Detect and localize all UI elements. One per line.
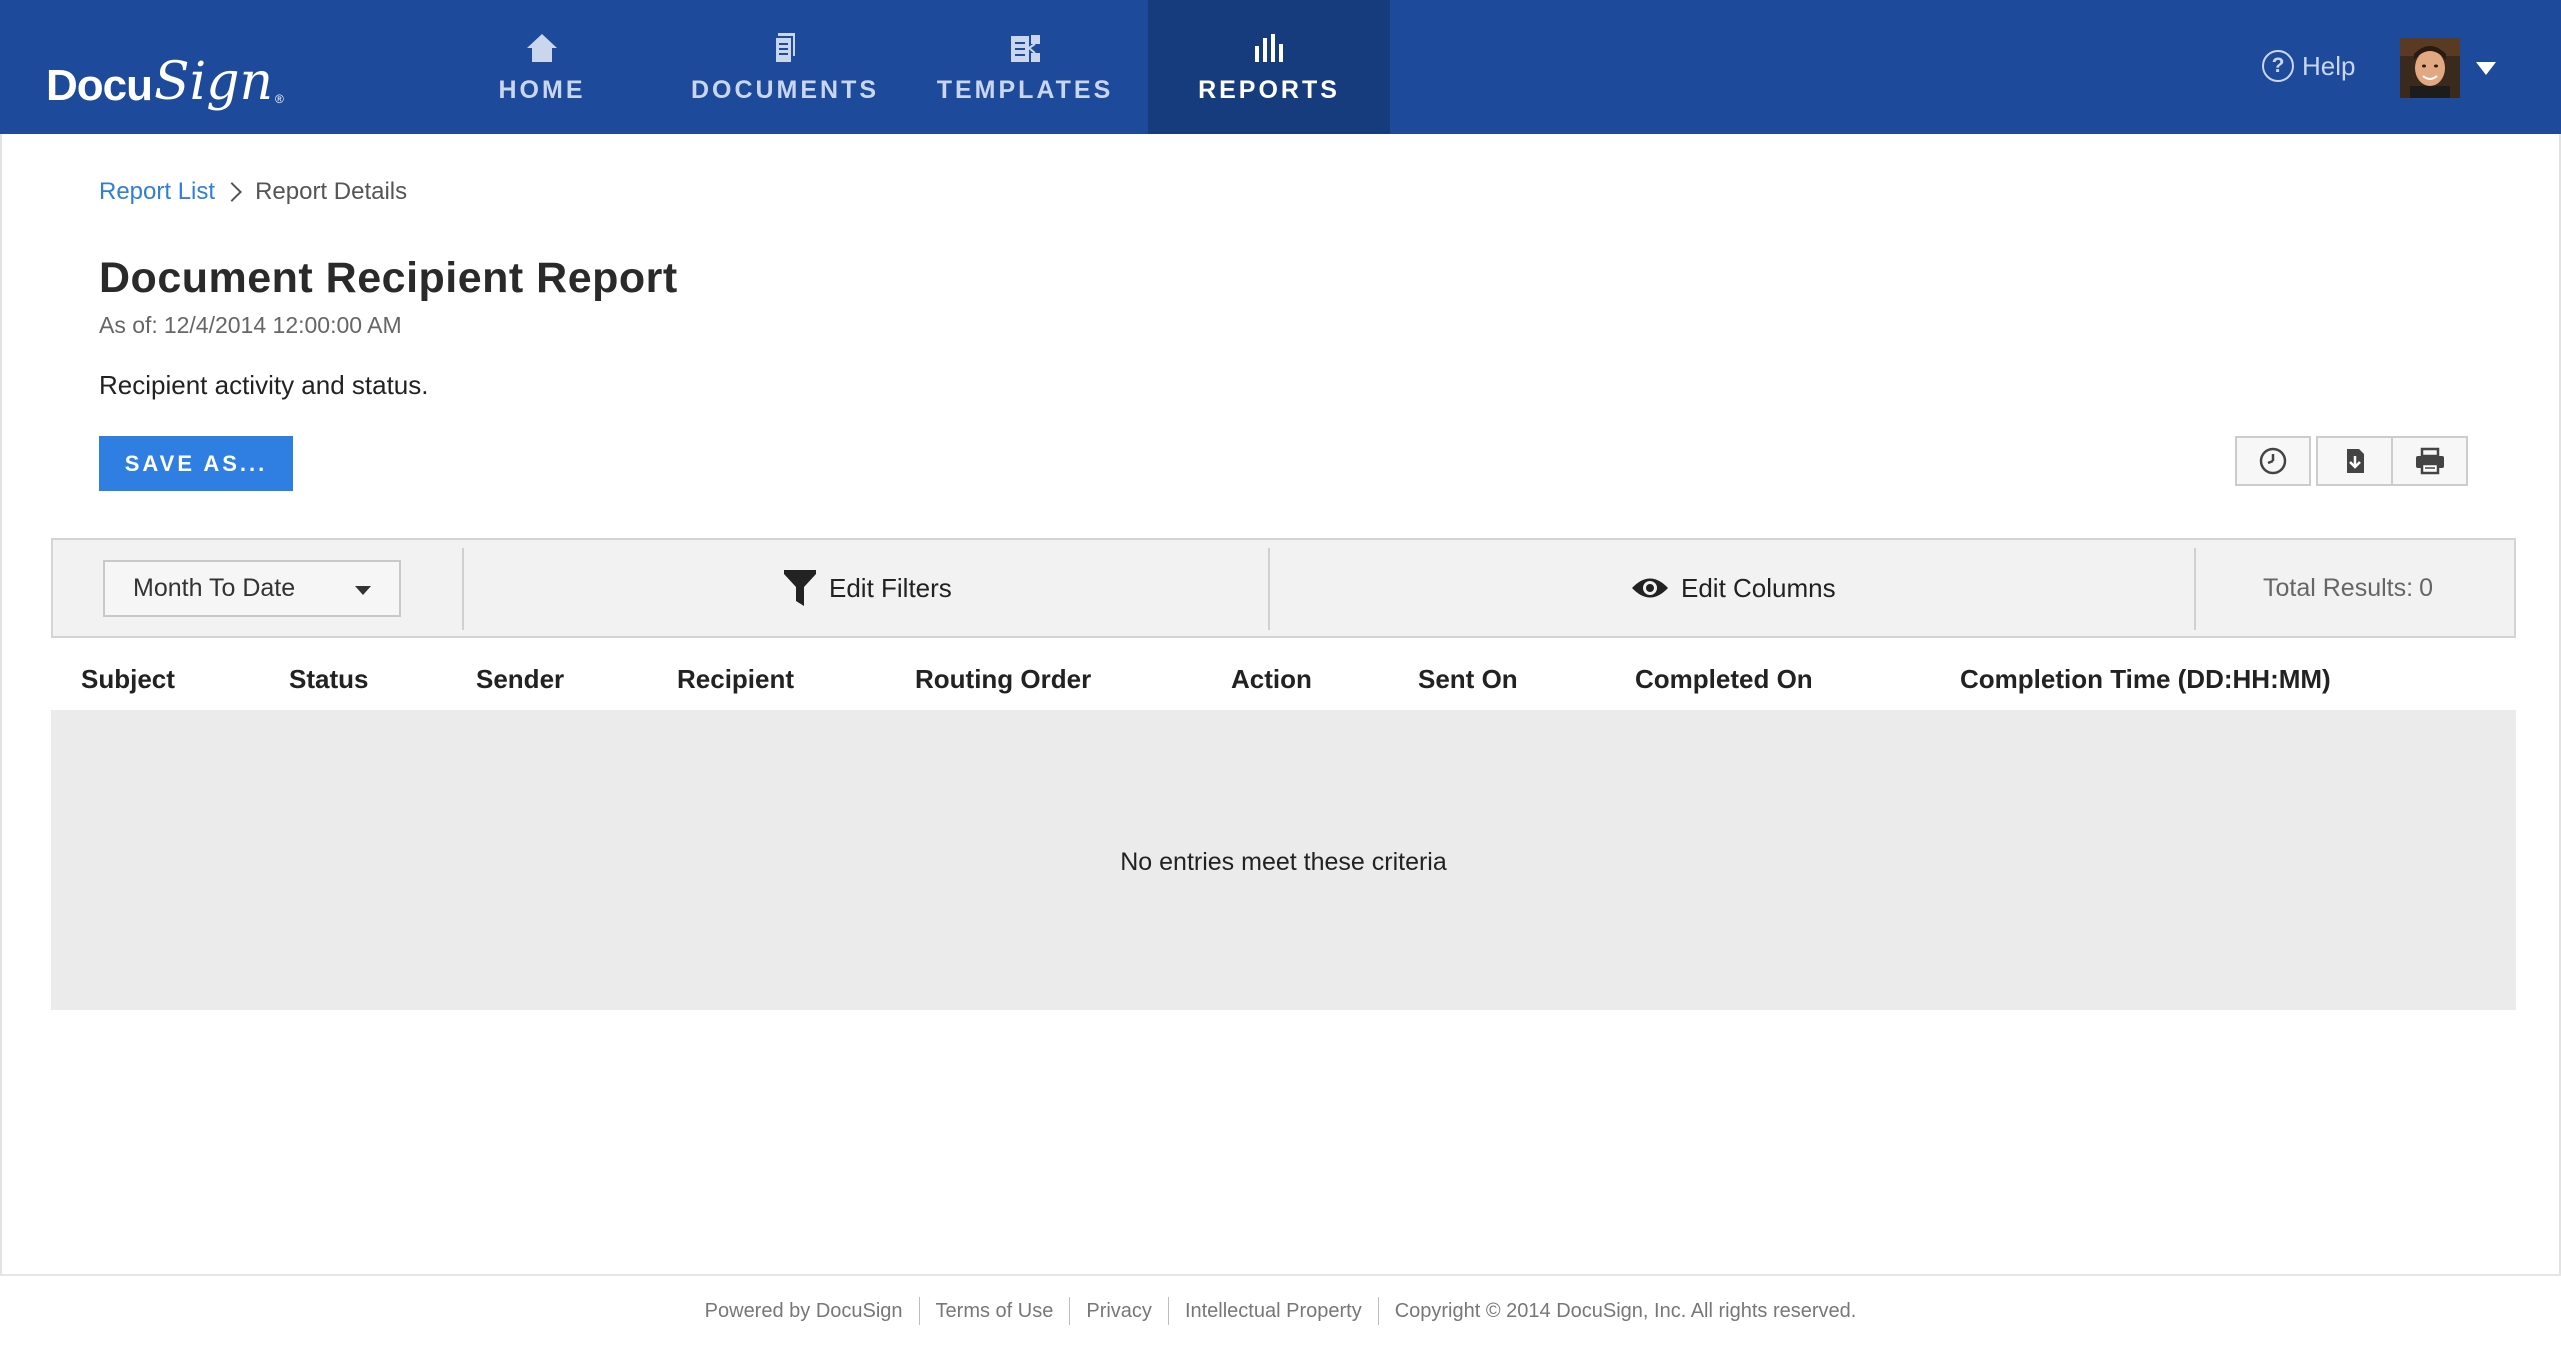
filter-bar-divider: [2194, 548, 2196, 630]
date-range-value: Month To Date: [133, 574, 296, 602]
column-header-recipient[interactable]: Recipient: [677, 664, 794, 695]
print-icon: [2415, 447, 2444, 475]
download-button[interactable]: [2316, 436, 2392, 486]
user-avatar[interactable]: [2400, 38, 2460, 98]
nav-tab-reports[interactable]: REPORTS: [1148, 0, 1390, 134]
help-circle-icon: ?: [2262, 50, 2294, 82]
footer-link-privacy[interactable]: Privacy: [1070, 1300, 1168, 1323]
column-header-completed-on[interactable]: Completed On: [1635, 664, 1813, 695]
caret-down-icon: [355, 586, 371, 595]
breadcrumb-current: Report Details: [255, 178, 408, 205]
column-header-routing-order[interactable]: Routing Order: [915, 664, 1091, 695]
total-results-count: 0: [2419, 574, 2433, 602]
report-as-of: As of: 12/4/2014 12:00:00 AM: [99, 312, 402, 339]
nav-tab-documents[interactable]: DOCUMENTS: [680, 0, 890, 134]
history-button[interactable]: [2235, 436, 2311, 486]
help-label: Help: [2302, 50, 2356, 81]
as-of-value: 12/4/2014 12:00:00 AM: [163, 312, 402, 338]
table-header-row: Subject Status Sender Recipient Routing …: [51, 638, 2516, 720]
top-navigation-bar: Docu Sign ® HOME DOCUMENTS TEMPLATES REP…: [0, 0, 2561, 134]
column-header-sent-on[interactable]: Sent On: [1418, 664, 1518, 695]
edit-filters-button[interactable]: Edit Filters: [783, 566, 952, 610]
save-as-button[interactable]: SAVE AS...: [99, 436, 293, 491]
column-header-sender[interactable]: Sender: [476, 664, 564, 695]
report-action-buttons: [2235, 436, 2468, 486]
print-button[interactable]: [2392, 436, 2468, 486]
nav-label-home: HOME: [498, 75, 586, 104]
table-body: No entries meet these criteria: [51, 710, 2516, 1010]
footer-link-terms[interactable]: Terms of Use: [920, 1300, 1070, 1323]
page-title: Document Recipient Report: [99, 254, 678, 302]
chevron-right-icon: [222, 182, 242, 202]
edit-columns-button[interactable]: Edit Columns: [1631, 566, 1836, 610]
reports-icon: [1255, 33, 1283, 62]
breadcrumb: Report List Report Details: [99, 178, 407, 206]
nav-label-templates: TEMPLATES: [936, 75, 1114, 104]
nav-tab-home[interactable]: HOME: [462, 0, 622, 134]
download-icon: [2346, 449, 2364, 473]
report-description: Recipient activity and status.: [99, 370, 429, 400]
main-content: Report List Report Details Document Reci…: [0, 134, 2561, 1274]
total-results-label: Total Results:: [2263, 574, 2414, 602]
filter-bar: Month To Date Edit Filters Edit Columns …: [51, 538, 2516, 638]
help-link[interactable]: ? Help: [2262, 46, 2355, 86]
logo-text-sign: Sign: [154, 52, 274, 112]
nav-tab-templates[interactable]: TEMPLATES: [930, 0, 1120, 134]
footer: Powered by DocuSign Terms of Use Privacy…: [0, 1274, 2561, 1346]
filter-bar-divider: [462, 548, 464, 630]
logo-registered-mark: ®: [275, 92, 284, 106]
footer-copyright: Copyright © 2014 DocuSign, Inc. All righ…: [1394, 1299, 1857, 1322]
edit-filters-label: Edit Filters: [829, 572, 952, 603]
edit-columns-label: Edit Columns: [1681, 572, 1836, 603]
eye-icon: [1632, 578, 1668, 598]
nav-label-reports: REPORTS: [1198, 75, 1340, 104]
column-header-status[interactable]: Status: [289, 664, 368, 695]
user-menu-caret-icon[interactable]: [2476, 62, 2496, 75]
avatar-photo-icon: [2400, 38, 2460, 98]
column-header-action[interactable]: Action: [1231, 664, 1312, 695]
docusign-logo[interactable]: Docu Sign ®: [46, 28, 284, 108]
filter-bar-divider: [1268, 548, 1270, 630]
documents-icon: [774, 32, 795, 64]
logo-text-docu: Docu: [46, 61, 153, 110]
templates-icon: [1011, 34, 1040, 62]
nav-label-documents: DOCUMENTS: [690, 75, 880, 104]
total-results: Total Results: 0: [2263, 574, 2433, 603]
date-range-dropdown[interactable]: Month To Date: [103, 560, 401, 617]
footer-link-powered-by[interactable]: Powered by DocuSign: [689, 1300, 919, 1323]
home-icon: [527, 33, 557, 62]
footer-link-intellectual-property[interactable]: Intellectual Property: [1169, 1300, 1378, 1323]
as-of-label: As of:: [99, 312, 158, 338]
empty-state-message: No entries meet these criteria: [1120, 848, 1447, 876]
breadcrumb-report-list-link[interactable]: Report List: [99, 178, 215, 206]
clock-icon: [2259, 447, 2287, 475]
column-header-completion-time[interactable]: Completion Time (DD:HH:MM): [1960, 664, 2331, 695]
funnel-icon: [784, 570, 816, 606]
column-header-subject[interactable]: Subject: [81, 664, 175, 695]
